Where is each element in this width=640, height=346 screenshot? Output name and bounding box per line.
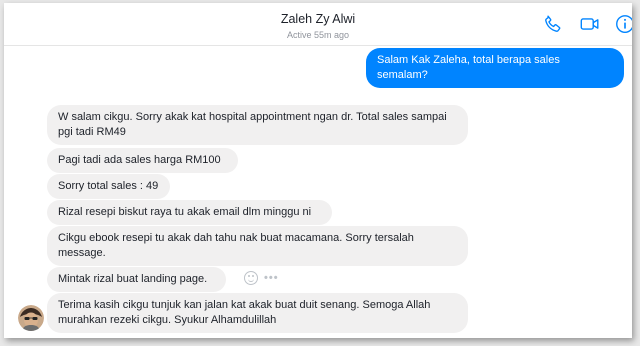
avatar[interactable] (18, 305, 44, 331)
conversation-header: Zaleh Zy Alwi Active 55m ago (4, 3, 632, 46)
info-icon[interactable] (614, 13, 632, 35)
more-options-icon[interactable]: ••• (264, 272, 279, 284)
incoming-message[interactable]: Pagi tadi ada sales harga RM100 (47, 148, 238, 173)
message-actions: ••• (244, 271, 279, 285)
video-camera-icon[interactable] (579, 13, 601, 35)
phone-icon[interactable] (542, 13, 564, 35)
incoming-message[interactable]: Cikgu ebook resepi tu akak dah tahu nak … (47, 226, 468, 266)
incoming-message[interactable]: Sorry total sales : 49 (47, 174, 170, 199)
incoming-message[interactable]: Terima kasih cikgu tunjuk kan jalan kat … (47, 293, 468, 333)
messenger-window: Zaleh Zy Alwi Active 55m ago Salam Kak Z… (4, 3, 632, 338)
incoming-message[interactable]: Rizal resepi biskut raya tu akak email d… (47, 200, 332, 225)
emoji-reaction-icon[interactable] (244, 271, 258, 285)
incoming-message[interactable]: W salam cikgu. Sorry akak kat hospital a… (47, 105, 468, 145)
contact-name[interactable]: Zaleh Zy Alwi (4, 12, 632, 26)
incoming-message[interactable]: Mintak rizal buat landing page. (47, 267, 226, 292)
active-status: Active 55m ago (286, 30, 350, 40)
outgoing-message[interactable]: Salam Kak Zaleha, total berapa sales sem… (366, 48, 624, 88)
